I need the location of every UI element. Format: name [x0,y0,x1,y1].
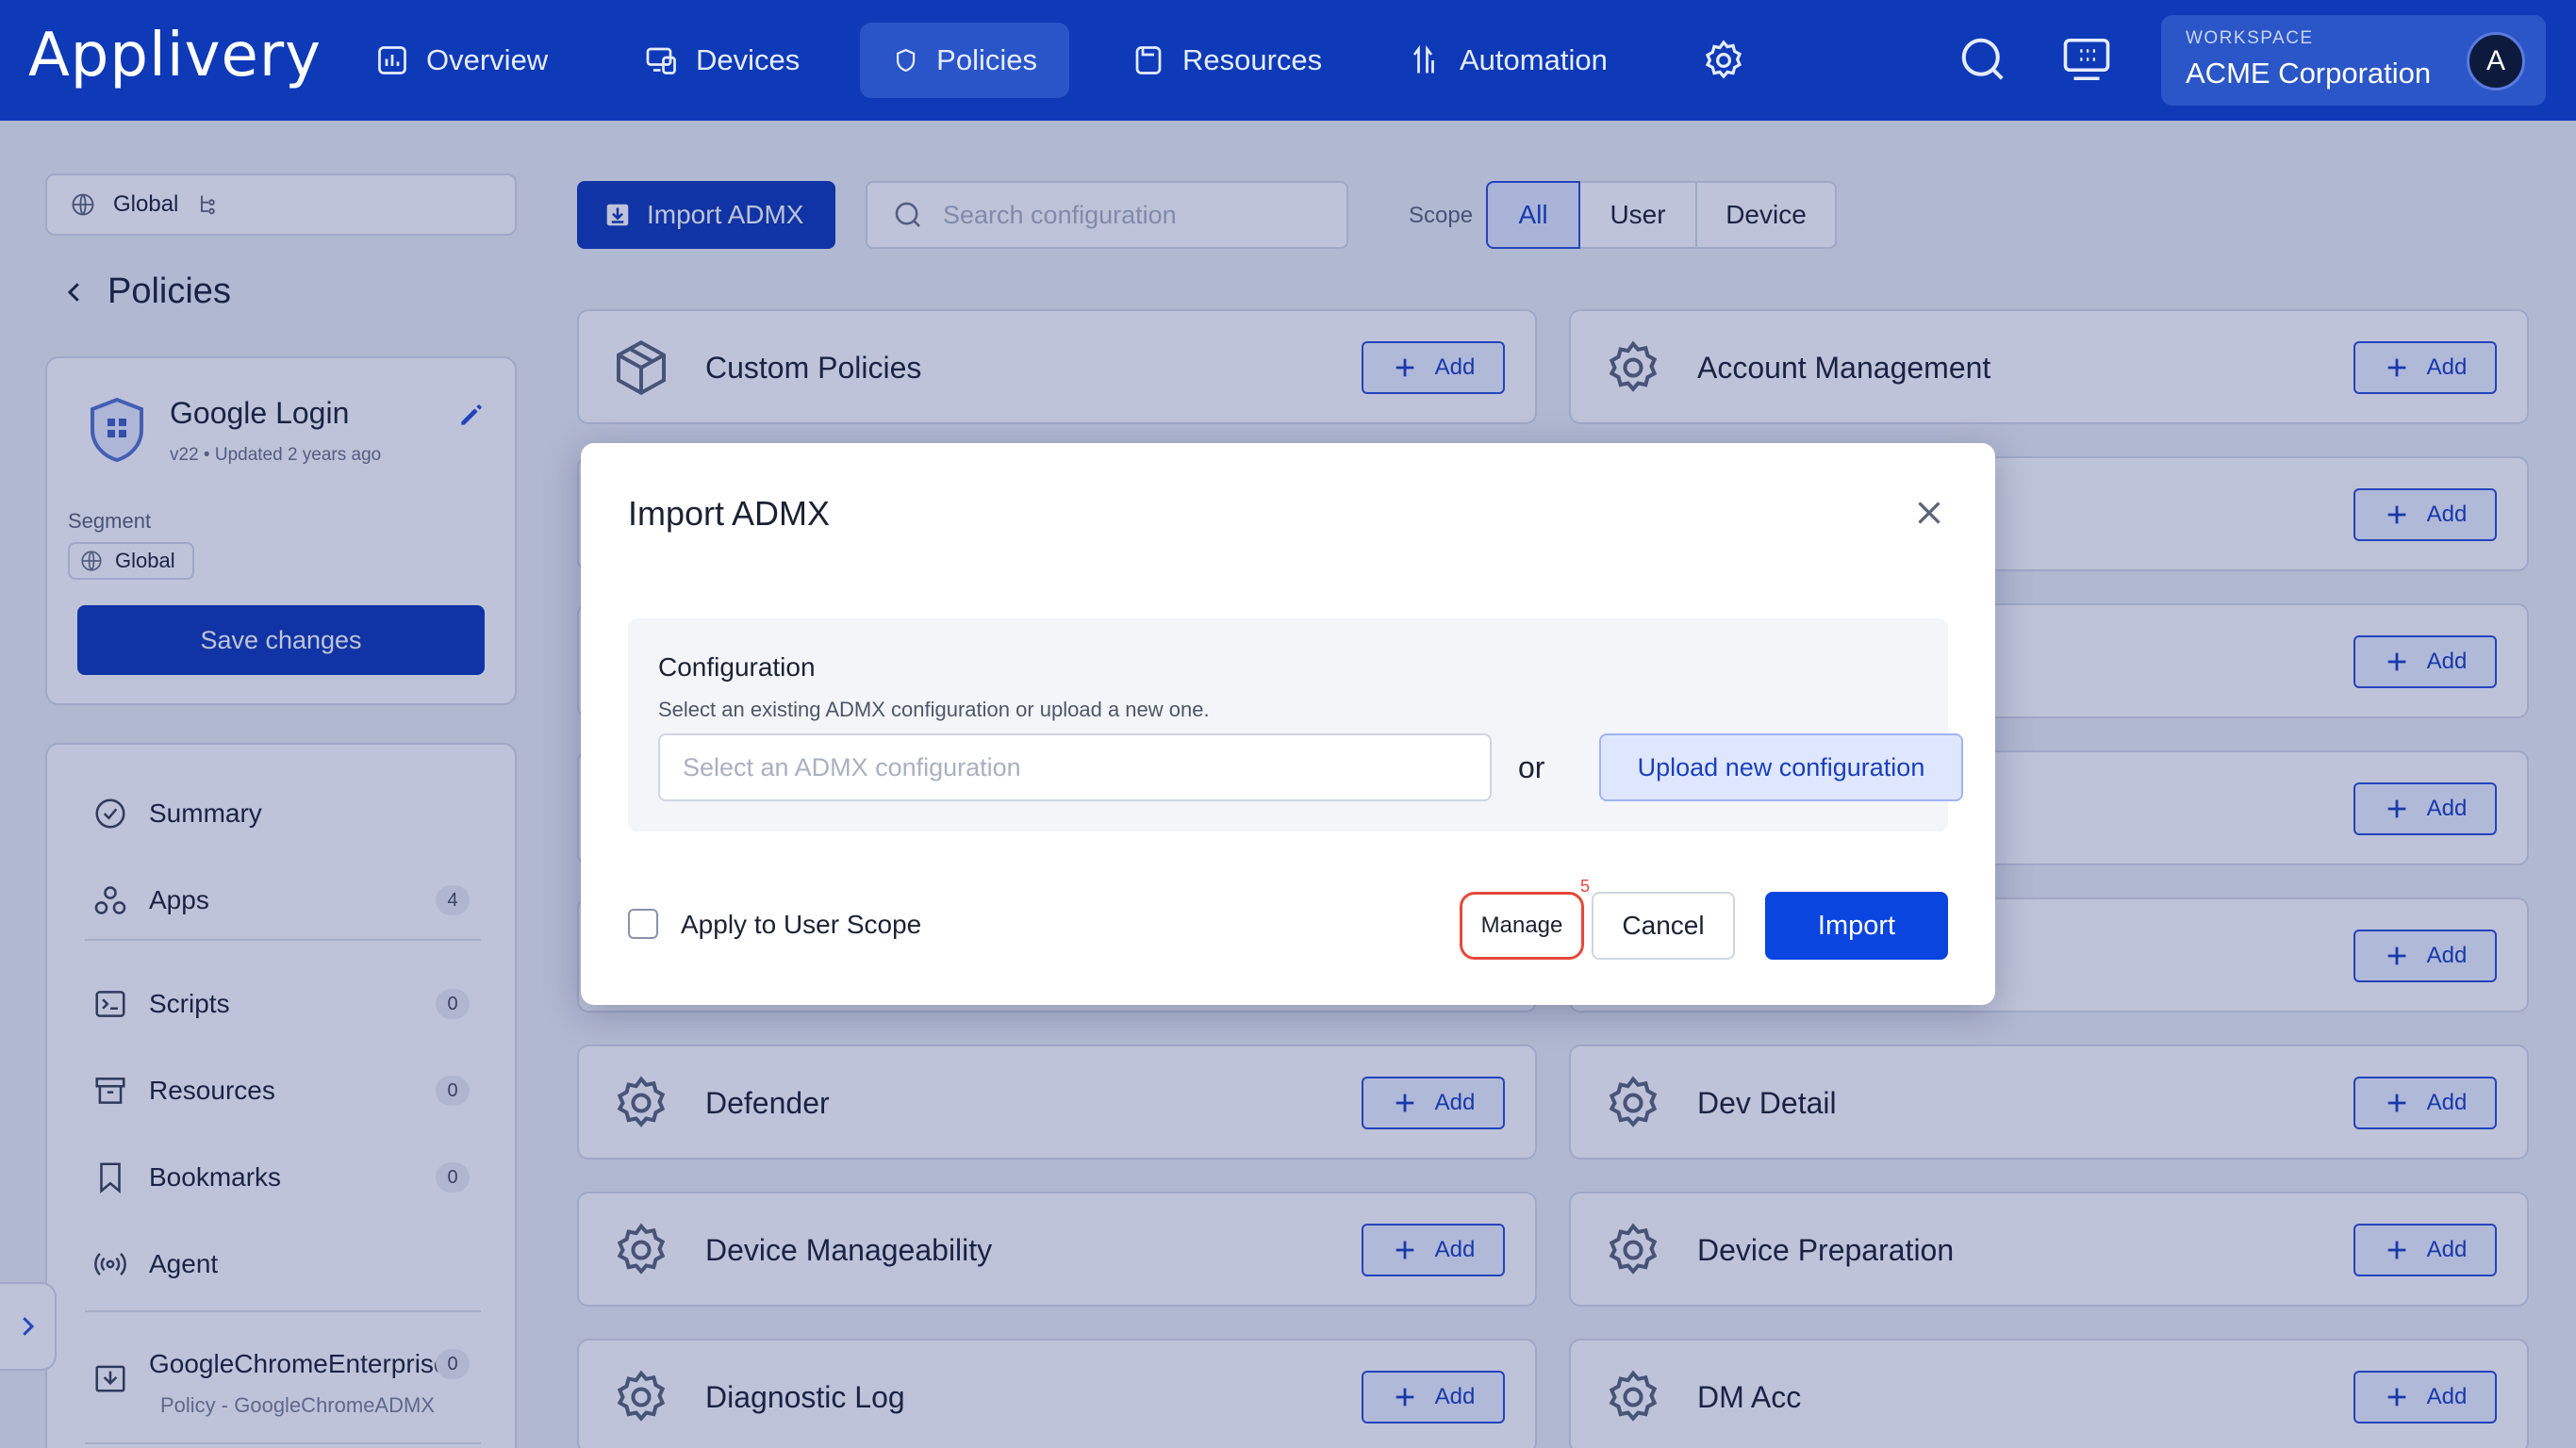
settings-gear-icon[interactable] [1701,38,1746,83]
nav-overview-label: Overview [426,43,549,76]
workspace-switcher[interactable]: WORKSPACE ACME Corporation A [2161,15,2546,106]
nav-policies[interactable]: Policies [860,23,1069,98]
shield-icon [896,48,916,73]
admx-configuration-select[interactable]: Select an ADMX configuration [658,733,1492,801]
close-icon[interactable] [1912,496,1946,530]
console-icon[interactable] [2061,34,2112,85]
manage-button[interactable]: Manage [1460,892,1584,960]
app-logo[interactable]: Applivery [28,21,322,90]
import-admx-dialog: Import ADMX Configuration Select an exis… [581,443,1995,1005]
search-icon[interactable] [1957,34,2008,85]
workspace-name: ACME Corporation [2186,57,2432,90]
top-nav-bar: Applivery Overview Devices Policies Reso… [0,0,2576,121]
automation-icon [1412,44,1434,74]
configuration-section: Configuration Select an existing ADMX co… [628,618,1963,831]
chart-icon [378,46,406,74]
highlight-number: 5 [1580,877,1591,896]
workspace-avatar: A [2467,32,2525,90]
nav-devices-label: Devices [696,43,801,76]
nav-overview[interactable]: Overview [343,23,580,98]
import-button[interactable]: Import [1765,892,1948,960]
dialog-title: Import ADMX [628,494,831,533]
workspace-label: WORKSPACE [2186,28,2314,48]
upload-new-configuration-button[interactable]: Upload new configuration [1599,733,1963,801]
folder-icon [1135,46,1162,74]
apply-user-scope-label[interactable]: Apply to User Scope [681,910,921,940]
apply-user-scope-checkbox[interactable] [628,909,658,939]
cancel-button[interactable]: Cancel [1592,892,1735,960]
nav-automation[interactable]: Automation [1377,23,1640,98]
or-label: or [1518,750,1545,784]
devices-icon [646,47,676,74]
nav-policies-label: Policies [936,43,1037,76]
nav-resources-label: Resources [1182,43,1323,76]
nav-devices[interactable]: Devices [613,23,832,98]
nav-resources[interactable]: Resources [1099,23,1354,98]
configuration-description: Select an existing ADMX configuration or… [658,698,1210,721]
configuration-label: Configuration [658,652,816,682]
nav-automation-label: Automation [1460,43,1608,76]
